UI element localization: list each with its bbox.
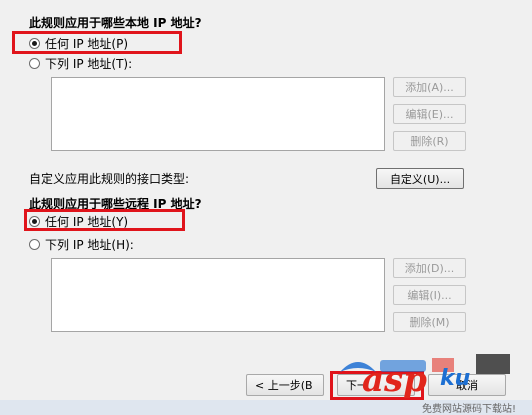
- watermark-brand: asp: [362, 360, 427, 400]
- local-edit-button[interactable]: 编辑(E)...: [393, 104, 466, 124]
- radio-indicator[interactable]: [29, 238, 40, 250]
- local-add-button[interactable]: 添加(A)...: [393, 77, 466, 97]
- remote-edit-button[interactable]: 编辑(I)...: [393, 285, 466, 305]
- local-these-ip-radio[interactable]: 下列 IP 地址(T):: [29, 55, 132, 71]
- radio-indicator[interactable]: [29, 57, 40, 69]
- watermark-suffix: ku: [440, 366, 471, 391]
- local-remove-button[interactable]: 删除(R): [393, 131, 466, 151]
- interface-type-label: 自定义应用此规则的接口类型:: [29, 172, 190, 186]
- watermark-tagline: 免费网站源码下载站!: [422, 404, 517, 415]
- remote-add-button[interactable]: 添加(D)...: [393, 258, 466, 278]
- remote-these-ip-radio[interactable]: 下列 IP 地址(H):: [29, 236, 134, 252]
- highlight-box-local: [12, 31, 182, 54]
- back-button[interactable]: < 上一步(B: [246, 374, 324, 396]
- remote-ip-list[interactable]: [51, 258, 385, 332]
- local-ip-heading: 此规则应用于哪些本地 IP 地址?: [29, 16, 202, 30]
- local-these-ip-label: 下列 IP 地址(T):: [45, 56, 133, 71]
- local-ip-list[interactable]: [51, 77, 385, 151]
- customize-button[interactable]: 自定义(U)...: [376, 168, 464, 189]
- remote-these-ip-label: 下列 IP 地址(H):: [45, 237, 134, 252]
- watermark-logo: asp ku: [336, 346, 526, 400]
- highlight-box-remote: [24, 209, 185, 231]
- remote-remove-button[interactable]: 删除(M): [393, 312, 466, 332]
